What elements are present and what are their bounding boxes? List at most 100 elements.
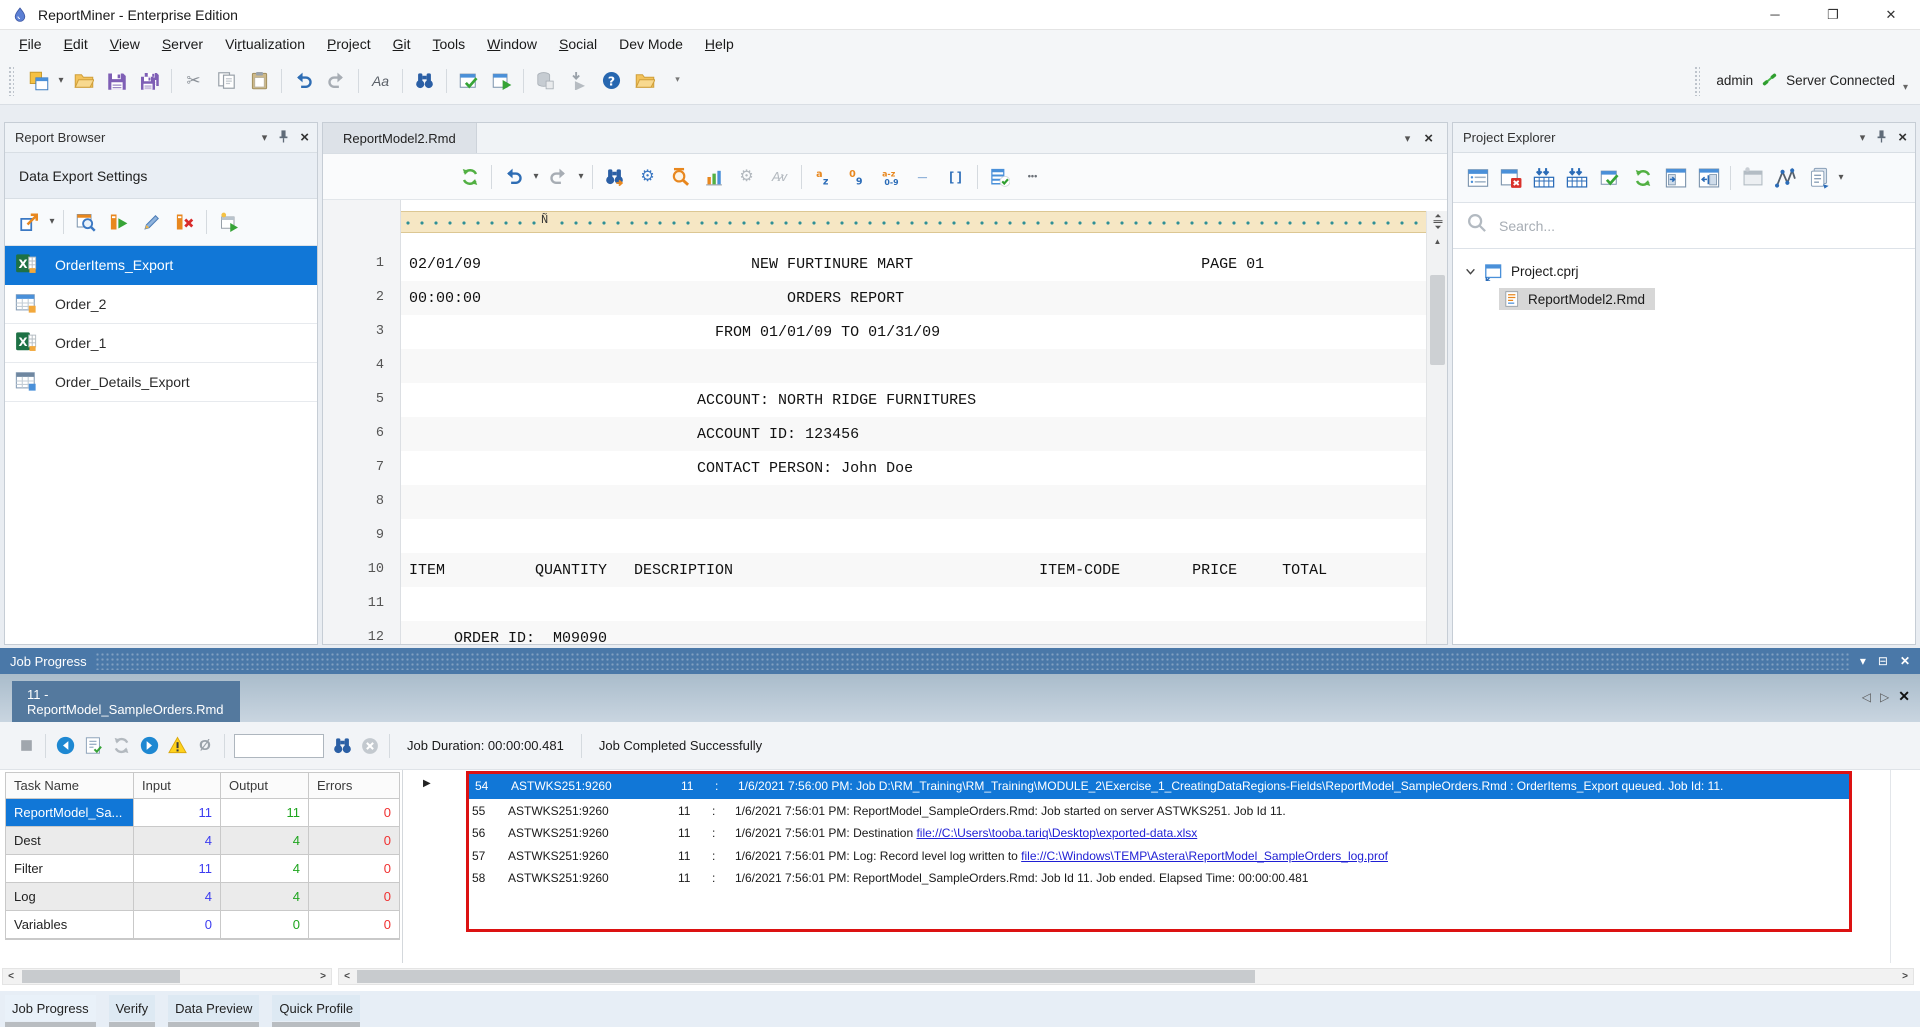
new-export-icon[interactable] <box>212 205 245 239</box>
menu-view[interactable]: View <box>99 32 151 56</box>
font-aa-icon[interactable]: Aa <box>364 64 397 98</box>
job-tab[interactable]: 11 - ReportModel_SampleOrders.Rmd <box>12 681 240 722</box>
log-grid-hscrollbar[interactable]: < > <box>338 968 1914 985</box>
chevron-down-icon[interactable] <box>1465 266 1476 277</box>
report-line-2[interactable]: 00:00:00 ORDERS REPORT <box>401 281 1426 315</box>
menu-dev-mode[interactable]: Dev Mode <box>608 32 694 56</box>
maximize-button[interactable]: ❐ <box>1804 0 1862 29</box>
close-doc-icon[interactable] <box>1494 161 1527 195</box>
tab-scroll-left-icon[interactable]: ◁ <box>1862 690 1871 704</box>
more-icon[interactable]: ••• <box>1016 160 1049 194</box>
tab-reportmodel2[interactable]: ReportModel2.Rmd <box>323 123 477 153</box>
chart-icon[interactable] <box>697 160 730 194</box>
nav-back-icon[interactable] <box>51 729 79 763</box>
report-line-1[interactable]: 02/01/09 NEW FURTINURE MART PAGE 01 <box>401 247 1426 281</box>
report-line-7[interactable]: CONTACT PERSON: John Doe <box>401 451 1426 485</box>
report-line-4[interactable] <box>401 349 1426 383</box>
report-line-9[interactable] <box>401 519 1426 553</box>
job-tab-close-icon[interactable]: ✕ <box>1898 688 1910 705</box>
menu-window[interactable]: Window <box>476 32 548 56</box>
cut-icon[interactable]: ✂ <box>177 64 210 98</box>
export-item-orderitems_export[interactable]: XOrderItems_Export <box>5 246 317 285</box>
hscroll-thumb[interactable] <box>357 970 1255 983</box>
tab-list-icon[interactable]: ▾ <box>1405 132 1411 145</box>
task-grid-hscrollbar[interactable]: < > <box>2 968 332 985</box>
export-item-order_details_export[interactable]: Order_Details_Export <box>5 363 317 402</box>
document-ruler[interactable]: Ñ <box>401 211 1426 233</box>
export-item-order_2[interactable]: Order_2 <box>5 285 317 324</box>
preview-orange-icon[interactable] <box>664 160 697 194</box>
report-text-area[interactable]: 02/01/09 NEW FURTINURE MART PAGE 0100:00… <box>401 233 1426 644</box>
report-line-5[interactable]: ACCOUNT: NORTH RIDGE FURNITURES <box>401 383 1426 417</box>
tab-close-icon[interactable]: × <box>1424 131 1433 146</box>
underscore-icon[interactable]: _ <box>906 160 939 194</box>
nav-forward-icon[interactable] <box>135 729 163 763</box>
scroll-left-icon[interactable]: < <box>3 969 19 984</box>
font-av-icon[interactable]: A̷v <box>763 160 796 194</box>
scroll-up-icon[interactable]: ▲ <box>1427 231 1448 251</box>
document-vscrollbar[interactable]: ▲ <box>1426 211 1447 644</box>
column-header-input[interactable]: Input <box>134 773 221 799</box>
paste-icon[interactable] <box>243 64 276 98</box>
hscroll-thumb[interactable] <box>22 970 180 983</box>
warning-icon[interactable] <box>163 729 191 763</box>
undo-icon[interactable] <box>497 160 530 194</box>
pin-icon[interactable] <box>1874 129 1889 147</box>
properties-icon[interactable] <box>1461 161 1494 195</box>
caret-icon[interactable]: ▾ <box>530 172 542 182</box>
db-import-icon[interactable] <box>562 64 595 98</box>
caret-icon[interactable]: ▾ <box>1835 173 1847 183</box>
table-check-icon[interactable] <box>983 160 1016 194</box>
gear-gray-icon[interactable]: ⚙ <box>730 160 763 194</box>
bottom-tab-quick-profile[interactable]: Quick Profile <box>272 995 360 1021</box>
edit-pencil-icon[interactable] <box>135 205 168 239</box>
menu-social[interactable]: Social <box>548 32 608 56</box>
toolbar-grip[interactable] <box>8 66 14 96</box>
task-row-reportmodel-sa-[interactable]: ReportModel_Sa...11110 <box>6 799 399 827</box>
stop-icon[interactable] <box>12 729 40 763</box>
panel-close-icon[interactable]: × <box>300 130 309 145</box>
task-row-dest[interactable]: Dest440 <box>6 827 399 855</box>
menu-file[interactable]: File <box>8 32 53 56</box>
menu-project[interactable]: Project <box>316 32 382 56</box>
tab-scroll-right-icon[interactable]: ▷ <box>1880 690 1889 704</box>
task-row-variables[interactable]: Variables000 <box>6 911 399 939</box>
empty-set-icon[interactable]: Ø <box>191 729 219 763</box>
save-all-icon[interactable] <box>133 64 166 98</box>
close-button[interactable]: ✕ <box>1862 0 1920 29</box>
task-row-log[interactable]: Log440 <box>6 883 399 911</box>
task-name-cell[interactable]: ReportModel_Sa... <box>6 799 134 827</box>
panel-close-icon[interactable]: × <box>1898 130 1907 145</box>
splitter-handle-icon[interactable] <box>1427 211 1448 231</box>
report-line-6[interactable]: ACCOUNT ID: 123456 <box>401 417 1426 451</box>
column-header-errors[interactable]: Errors <box>309 773 399 799</box>
menu-git[interactable]: Git <box>382 32 422 56</box>
menu-edit[interactable]: Edit <box>53 32 99 56</box>
import-grid-icon[interactable] <box>1560 161 1593 195</box>
tree-node-project-cprj[interactable]: Project.cprj <box>1453 257 1915 285</box>
scroll-right-icon[interactable]: > <box>1897 969 1913 984</box>
column-header-task-name[interactable]: Task Name <box>6 773 134 799</box>
save-icon[interactable] <box>100 64 133 98</box>
db-gray-icon[interactable] <box>529 64 562 98</box>
sort-az09-icon[interactable]: a-z0-9 <box>873 160 906 194</box>
dock-icon[interactable]: ⊟ <box>1878 654 1888 668</box>
dock-left-icon[interactable] <box>1659 161 1692 195</box>
copy-icon[interactable] <box>210 64 243 98</box>
task-row-filter[interactable]: Filter1140 <box>6 855 399 883</box>
menu-server[interactable]: Server <box>151 32 214 56</box>
run-window-icon[interactable] <box>485 64 518 98</box>
bottom-tab-data-preview[interactable]: Data Preview <box>168 995 259 1021</box>
tree-node-reportmodel2-rmd[interactable]: ReportModel2.Rmd <box>1453 285 1915 313</box>
panel-menu-icon[interactable]: ▾ <box>1860 131 1866 144</box>
caret-icon[interactable]: ▾ <box>575 172 587 182</box>
panel-menu-icon[interactable]: ▾ <box>262 131 268 144</box>
help-icon[interactable]: ? <box>595 64 628 98</box>
bottom-tab-verify[interactable]: Verify <box>109 995 156 1021</box>
panel-menu-icon[interactable]: ▾ <box>1860 654 1866 668</box>
report-line-10[interactable]: ITEM QUANTITY DESCRIPTION ITEM-CODE PRIC… <box>401 553 1426 587</box>
menu-tools[interactable]: Tools <box>421 32 476 56</box>
redo-icon[interactable] <box>542 160 575 194</box>
log-doc-icon[interactable] <box>79 729 107 763</box>
refresh-gray-icon[interactable] <box>107 729 135 763</box>
